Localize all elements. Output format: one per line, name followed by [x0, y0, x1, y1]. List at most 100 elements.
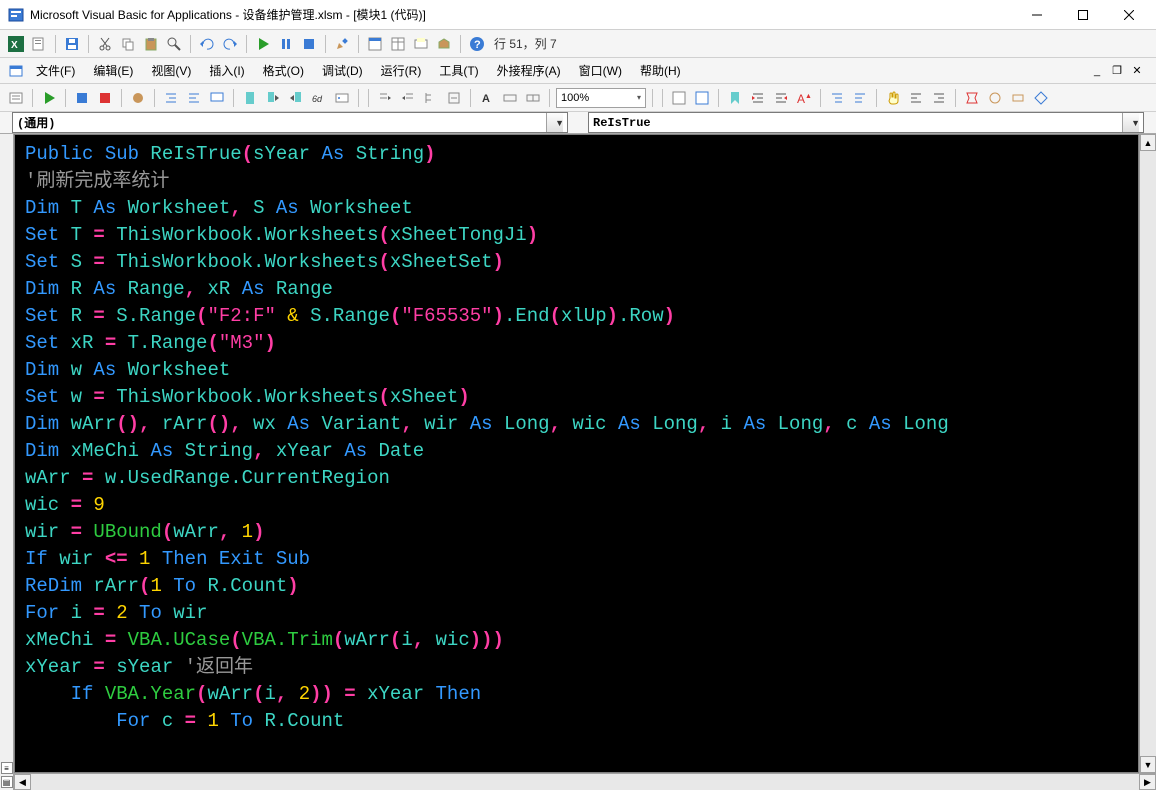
hand-icon[interactable]	[883, 88, 903, 108]
svg-text:▲: ▲	[805, 93, 812, 100]
scroll-left-button[interactable]: ◀	[14, 774, 31, 790]
object-browser-icon[interactable]	[411, 34, 431, 54]
menubar: 文件(F) 编辑(E) 视图(V) 插入(I) 格式(O) 调试(D) 运行(R…	[0, 58, 1156, 84]
maximize-button[interactable]	[1060, 0, 1106, 30]
vba-app-icon	[8, 7, 24, 23]
project-explorer-icon[interactable]	[365, 34, 385, 54]
standard-toolbar: X ? 行 51，列 7	[0, 30, 1156, 58]
mdi-restore-button[interactable]: ❐	[1108, 63, 1126, 79]
cursor-position: 行 51，列 7	[494, 35, 557, 52]
scroll-up-button[interactable]: ▲	[1140, 134, 1156, 151]
code-editor[interactable]: Public Sub ReIsTrue(sYear As String) '刷新…	[14, 134, 1139, 773]
redo-icon[interactable]	[220, 34, 240, 54]
list-members-icon[interactable]: A	[477, 88, 497, 108]
system-menu-icon[interactable]	[6, 61, 26, 81]
font-increase-icon[interactable]: A▲	[794, 88, 814, 108]
zoom-value: 100%	[561, 92, 589, 104]
macro2-icon[interactable]	[985, 88, 1005, 108]
menu-format[interactable]: 格式(O)	[255, 59, 312, 82]
find-icon[interactable]	[164, 34, 184, 54]
svg-text:A: A	[797, 92, 805, 106]
menu-window[interactable]: 窗口(W)	[571, 59, 630, 82]
bookmark-prev-icon[interactable]	[286, 88, 306, 108]
object-dropdown-value: (通用)	[17, 114, 55, 131]
outdent-icon[interactable]	[184, 88, 204, 108]
bookmark-icon[interactable]	[240, 88, 260, 108]
menu-edit[interactable]: 编辑(E)	[85, 59, 141, 82]
scroll-down-button[interactable]: ▼	[1140, 756, 1156, 773]
vscroll-track[interactable]	[1140, 151, 1156, 756]
copy-icon[interactable]	[118, 34, 138, 54]
procedure-dropdown[interactable]: ReIsTrue	[588, 112, 1144, 133]
zoom-combo[interactable]: 100%	[556, 88, 646, 108]
complete-word-icon[interactable]	[523, 88, 543, 108]
comment-icon[interactable]	[207, 88, 227, 108]
save-icon[interactable]	[62, 34, 82, 54]
align-left-icon[interactable]	[906, 88, 926, 108]
edit-toolbar: 6d A 100% A▲	[0, 84, 1156, 112]
menu-insert[interactable]: 插入(I)	[201, 59, 252, 82]
insert-module-icon[interactable]	[29, 34, 49, 54]
tree-icon[interactable]	[421, 88, 441, 108]
toolbox-icon[interactable]	[434, 34, 454, 54]
view-selector-gutter: ≡ ▤	[0, 134, 14, 790]
list-properties-icon[interactable]	[6, 88, 26, 108]
menu-tools[interactable]: 工具(T)	[431, 59, 486, 82]
watch-window-icon[interactable]	[332, 88, 352, 108]
bookmark-next-icon[interactable]	[263, 88, 283, 108]
indent2-icon[interactable]	[827, 88, 847, 108]
reset2-icon[interactable]	[95, 88, 115, 108]
paste-icon[interactable]	[141, 34, 161, 54]
design-mode-icon[interactable]	[332, 34, 352, 54]
minimize-button[interactable]	[1014, 0, 1060, 30]
macro-icon[interactable]	[962, 88, 982, 108]
view-object-icon[interactable]	[692, 88, 712, 108]
shift-tab-icon[interactable]	[398, 88, 418, 108]
undo-icon[interactable]	[197, 34, 217, 54]
reset-icon[interactable]	[299, 34, 319, 54]
break-icon[interactable]	[276, 34, 296, 54]
quick-watch-icon[interactable]: 6d	[309, 88, 329, 108]
menu-run[interactable]: 运行(R)	[373, 59, 430, 82]
close-button[interactable]	[1106, 0, 1152, 30]
align-right-icon[interactable]	[929, 88, 949, 108]
collapse-icon[interactable]	[444, 88, 464, 108]
indent-icon[interactable]	[161, 88, 181, 108]
object-dropdown[interactable]: (通用)	[12, 112, 568, 133]
mdi-minimize-button[interactable]: _	[1088, 63, 1106, 79]
step-into-icon[interactable]	[39, 88, 59, 108]
horizontal-scrollbar[interactable]: ◀ ▶	[14, 773, 1156, 790]
increase-indent-icon[interactable]	[748, 88, 768, 108]
procedure-view-button[interactable]: ≡	[1, 762, 13, 774]
menu-debug[interactable]: 调试(D)	[314, 59, 371, 82]
param-info-icon[interactable]	[500, 88, 520, 108]
mdi-close-button[interactable]: ✕	[1128, 63, 1146, 79]
scroll-right-button[interactable]: ▶	[1139, 774, 1156, 790]
code-text[interactable]: Public Sub ReIsTrue(sYear As String) '刷新…	[15, 135, 1138, 741]
help-icon[interactable]: ?	[467, 34, 487, 54]
vertical-scrollbar[interactable]: ▲ ▼	[1139, 134, 1156, 773]
menu-view[interactable]: 视图(V)	[143, 59, 199, 82]
svg-text:A: A	[482, 93, 490, 105]
macro3-icon[interactable]	[1008, 88, 1028, 108]
view-code-icon[interactable]	[669, 88, 689, 108]
titlebar: Microsoft Visual Basic for Applications …	[0, 0, 1156, 30]
full-module-view-button[interactable]: ▤	[1, 776, 13, 788]
svg-text:6d: 6d	[312, 94, 323, 104]
menu-help[interactable]: 帮助(H)	[632, 59, 689, 82]
toggle-breakpoint-icon[interactable]	[128, 88, 148, 108]
macro4-icon[interactable]	[1031, 88, 1051, 108]
menu-file[interactable]: 文件(F)	[28, 59, 83, 82]
tab-icon[interactable]	[375, 88, 395, 108]
cut-icon[interactable]	[95, 34, 115, 54]
decrease-indent-icon[interactable]	[771, 88, 791, 108]
hscroll-track[interactable]	[31, 774, 1139, 790]
properties-window-icon[interactable]	[388, 34, 408, 54]
menu-addins[interactable]: 外接程序(A)	[489, 59, 569, 82]
stop-icon[interactable]	[72, 88, 92, 108]
outdent2-icon[interactable]	[850, 88, 870, 108]
run-icon[interactable]	[253, 34, 273, 54]
code-dropdowns: (通用) ▼ ReIsTrue ▼	[0, 112, 1156, 134]
bookmark-toggle-icon[interactable]	[725, 88, 745, 108]
excel-icon[interactable]: X	[6, 34, 26, 54]
